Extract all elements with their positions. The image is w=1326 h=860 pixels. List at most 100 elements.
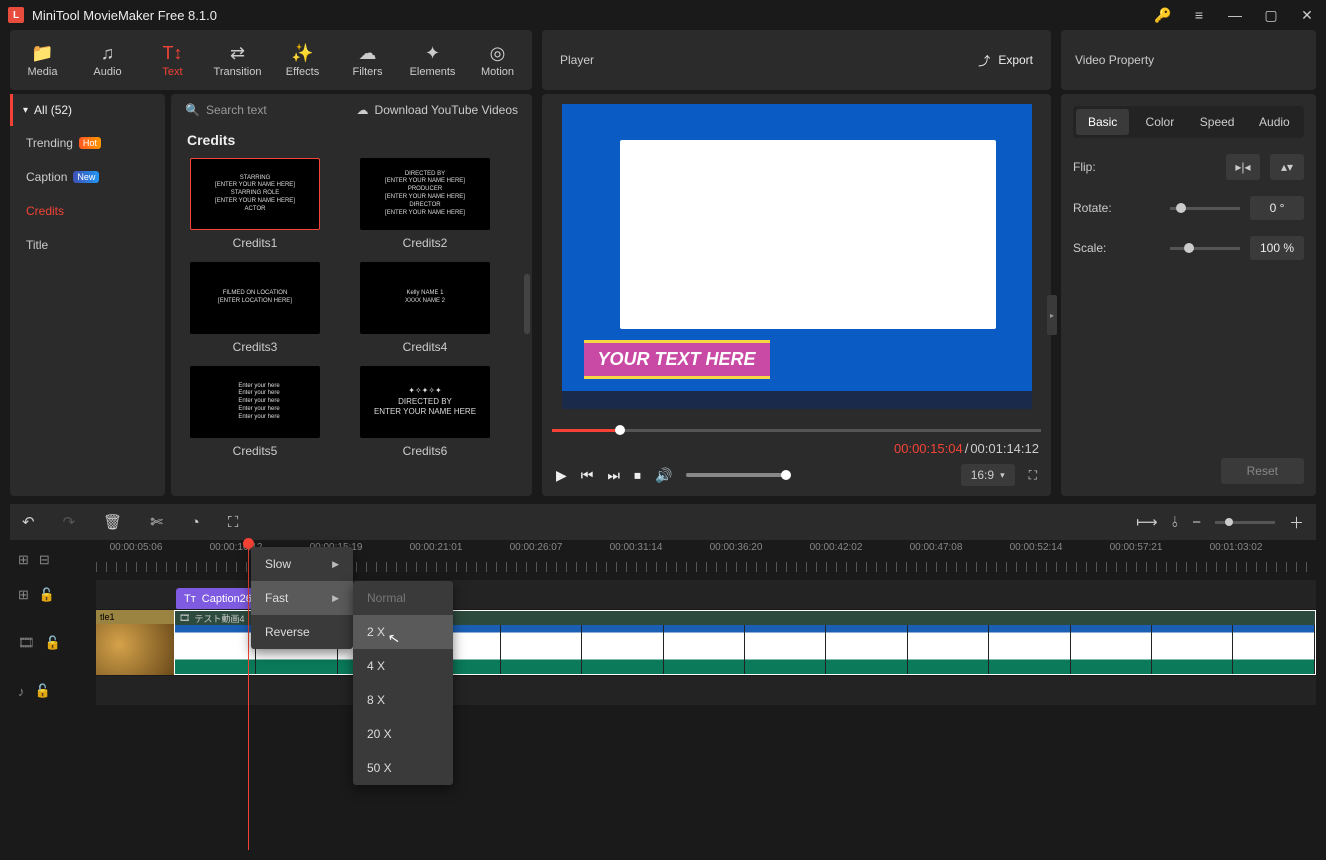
asset-credits3[interactable]: FILMED ON LOCATION [ENTER LOCATION HERE]… (185, 262, 325, 354)
export-button[interactable]: ⤴ Export (978, 52, 1033, 69)
asset-credits1[interactable]: STARRING [ENTER YOUR NAME HERE] STARRING… (185, 158, 325, 250)
redo-button[interactable]: ↷ (63, 513, 76, 531)
playback-scrubber[interactable] (552, 421, 1041, 439)
playhead[interactable] (248, 540, 249, 850)
sidebar-item-credits[interactable]: Credits (10, 194, 165, 228)
library-scrollbar[interactable] (524, 274, 530, 334)
lock-icon[interactable]: 🔓 (45, 635, 61, 651)
remove-track-button[interactable]: ⊟ (39, 552, 50, 568)
asset-credits4[interactable]: Kelly NAME 1 XXXX NAME 2Credits4 (355, 262, 495, 354)
zoom-in-button[interactable]: ＋ (1289, 512, 1304, 533)
stop-button[interactable]: ⏹ (634, 467, 641, 484)
scale-slider[interactable] (1170, 247, 1240, 250)
reset-button[interactable]: Reset (1221, 458, 1304, 484)
menu-item-50x[interactable]: 50 X (353, 751, 453, 785)
tab-transition[interactable]: ⇄Transition (205, 31, 270, 89)
snap-center-icon[interactable]: ⟼ (1136, 513, 1158, 531)
menu-item-fast[interactable]: Fast▶ (251, 581, 353, 615)
minimize-button[interactable]: ― (1224, 7, 1246, 23)
tab-motion[interactable]: ◎Motion (465, 31, 530, 89)
play-button[interactable]: ▶ (556, 467, 567, 484)
prop-tab-audio[interactable]: Audio (1248, 109, 1301, 135)
asset-credits2[interactable]: DIRECTED BY [ENTER YOUR NAME HERE] PRODU… (355, 158, 495, 250)
preview-app-window (620, 140, 996, 329)
maximize-button[interactable]: ▢ (1260, 7, 1282, 24)
sidebar-item-trending[interactable]: TrendingHot (10, 126, 165, 160)
tab-text[interactable]: T↕Text (140, 31, 205, 89)
properties-title: Video Property (1075, 53, 1154, 67)
speed-submenu: Normal 2 X 4 X 8 X 20 X 50 X (353, 581, 453, 785)
menu-item-20x[interactable]: 20 X (353, 717, 453, 751)
app-title: MiniTool MovieMaker Free 8.1.0 (32, 8, 1152, 23)
magnet-icon[interactable]: ⫰ (1172, 514, 1179, 531)
ruler-tick-label: 00:00:05:06 (110, 542, 163, 553)
speed-button[interactable]: ◔ (191, 514, 200, 531)
split-button[interactable]: ✄ (150, 513, 163, 531)
undo-button[interactable]: ↶ (22, 513, 35, 531)
menu-item-normal[interactable]: Normal (353, 581, 453, 615)
fullscreen-button[interactable]: ⛶ (1029, 468, 1037, 483)
menu-item-2x[interactable]: 2 X (353, 615, 453, 649)
rotate-slider[interactable] (1170, 207, 1240, 210)
close-button[interactable]: ✕ (1296, 7, 1318, 24)
lock-icon[interactable]: 🔓 (39, 587, 55, 603)
prev-frame-button[interactable]: ⏮ (581, 467, 594, 484)
cloud-icon: ☁ (359, 43, 377, 64)
crop-button[interactable]: ⛶ (228, 514, 239, 531)
menu-item-slow[interactable]: Slow▶ (251, 547, 353, 581)
asset-credits6[interactable]: ✦✧✦✧✦ DIRECTED BY ENTER YOUR NAME HERECr… (355, 366, 495, 458)
flip-horizontal-button[interactable]: ▸|◂ (1226, 154, 1260, 180)
ruler-tick-label: 00:01:03:02 (1210, 542, 1263, 553)
ruler-tick-label: 00:00:21:01 (410, 542, 463, 553)
asset-credits5[interactable]: Enter your here Enter your here Enter yo… (185, 366, 325, 458)
menu-icon[interactable]: ≡ (1188, 7, 1210, 23)
next-frame-button[interactable]: ⏭ (607, 467, 620, 484)
zoom-out-button[interactable]: − (1192, 514, 1201, 531)
prop-tab-basic[interactable]: Basic (1076, 109, 1129, 135)
search-icon: 🔍 (185, 103, 200, 117)
titlebar: L MiniTool MovieMaker Free 8.1.0 🔑 ≡ ― ▢… (0, 0, 1326, 30)
rotate-value[interactable]: 0 ° (1250, 196, 1304, 220)
volume-slider[interactable] (686, 473, 786, 477)
menu-item-8x[interactable]: 8 X (353, 683, 453, 717)
text-track-icon: ⊞ (18, 587, 29, 603)
audio-track-icon: ♪ (18, 684, 25, 699)
star-icon: ✦ (425, 43, 440, 64)
lock-icon[interactable]: 🔓 (35, 683, 51, 699)
clip-title[interactable]: tle1 (96, 610, 174, 675)
aspect-ratio-select[interactable]: 16:9▾ (961, 464, 1015, 486)
preview-monitor[interactable]: YOUR TEXT HERE (562, 104, 1032, 409)
panel-collapse-handle[interactable]: ▸ (1047, 295, 1057, 335)
menu-item-reverse[interactable]: Reverse (251, 615, 353, 649)
audio-track[interactable] (96, 676, 1316, 706)
ruler-tick-label: 00:00:36:20 (710, 542, 763, 553)
tab-media[interactable]: 📁Media (10, 31, 75, 89)
sidebar-all[interactable]: ▾All (52) (10, 94, 165, 126)
tab-effects[interactable]: ✨Effects (270, 31, 335, 89)
ruler-tick-label: 00:00:31:14 (610, 542, 663, 553)
search-input[interactable]: 🔍Search text (185, 103, 267, 117)
zoom-slider[interactable] (1215, 521, 1275, 524)
sidebar-item-caption[interactable]: CaptionNew (10, 160, 165, 194)
timeline-toolbar: ↶ ↷ 🗑 ✄ ◔ ⛶ ⟼ ⫰ − ＋ (10, 504, 1316, 540)
tab-filters[interactable]: ☁Filters (335, 31, 400, 89)
tab-elements[interactable]: ✦Elements (400, 31, 465, 89)
prop-tab-color[interactable]: Color (1133, 109, 1186, 135)
folder-icon: 📁 (31, 43, 53, 64)
add-track-button[interactable]: ⊞ (18, 552, 29, 568)
transition-icon: ⇄ (230, 43, 245, 64)
download-youtube-link[interactable]: ☁Download YouTube Videos (357, 103, 518, 117)
volume-icon[interactable]: 🔊 (655, 467, 672, 484)
sidebar-item-title[interactable]: Title (10, 228, 165, 262)
delete-button[interactable]: 🗑 (103, 513, 122, 531)
prop-tab-speed[interactable]: Speed (1191, 109, 1244, 135)
menu-item-4x[interactable]: 4 X (353, 649, 453, 683)
flip-vertical-button[interactable]: ▴▾ (1270, 154, 1304, 180)
tab-audio[interactable]: ♫Audio (75, 31, 140, 89)
text-icon: T↕ (163, 43, 183, 64)
player-panel: YOUR TEXT HERE 00:00:15:04 / 00:01:14:12… (542, 94, 1051, 496)
license-key-icon[interactable]: 🔑 (1152, 7, 1174, 24)
sparkle-icon: ✨ (291, 43, 313, 64)
scale-value[interactable]: 100 % (1250, 236, 1304, 260)
text-icon: Tᴛ (184, 593, 196, 605)
